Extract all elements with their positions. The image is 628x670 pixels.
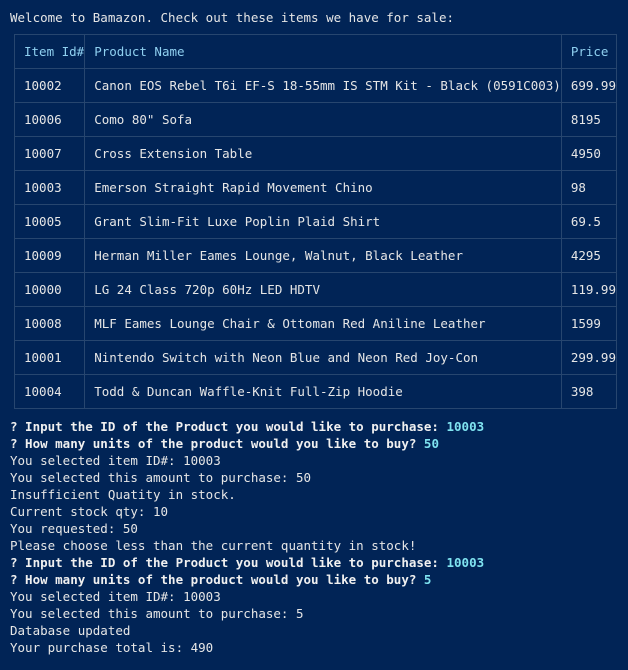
prompt-product-id: ? Input the ID of the Product you would … xyxy=(10,418,484,435)
price-cell: 4950 xyxy=(560,136,617,171)
price-cell: 8195 xyxy=(560,102,617,137)
output-line: Insufficient Quatity in stock. xyxy=(10,487,236,502)
item-id-cell: 10004 xyxy=(13,374,86,409)
prompt-product-id: ? Input the ID of the Product you would … xyxy=(10,554,484,571)
price-cell: 299.99 xyxy=(560,340,617,375)
item-id-cell: 10002 xyxy=(13,68,86,103)
table-row: 10008 MLF Eames Lounge Chair & Ottoman R… xyxy=(13,306,617,341)
table-row: 10007 Cross Extension Table 4950 xyxy=(13,136,617,171)
terminal-window: Welcome to Bamazon. Check out these item… xyxy=(0,0,628,670)
table-row: 10006 Como 80" Sofa 8195 xyxy=(13,102,617,137)
item-id-cell: 10000 xyxy=(13,272,86,307)
item-id-cell: 10007 xyxy=(13,136,86,171)
prompt-answer[interactable]: 50 xyxy=(424,436,439,451)
product-name-cell: Herman Miller Eames Lounge, Walnut, Blac… xyxy=(84,238,562,273)
prompt-answer[interactable]: 5 xyxy=(424,572,432,587)
welcome-message: Welcome to Bamazon. Check out these item… xyxy=(10,10,455,25)
prompt-quantity: ? How many units of the product would yo… xyxy=(10,571,431,588)
table-row: 10005 Grant Slim-Fit Luxe Poplin Plaid S… xyxy=(13,204,617,239)
price-cell: 69.5 xyxy=(560,204,617,239)
prompt-quantity: ? How many units of the product would yo… xyxy=(10,435,439,452)
item-id-cell: 10008 xyxy=(13,306,86,341)
output-line: Current stock qty: 10 xyxy=(10,504,169,519)
product-name-cell: Emerson Straight Rapid Movement Chino xyxy=(84,170,562,205)
table-header-row: Item Id# Product Name Price xyxy=(13,34,617,69)
prompt-text: ? Input the ID of the Product you would … xyxy=(10,419,447,434)
column-header-price: Price xyxy=(560,34,617,69)
table-row: 10000 LG 24 Class 720p 60Hz LED HDTV 119… xyxy=(13,272,617,307)
product-name-cell: Cross Extension Table xyxy=(84,136,562,171)
output-line: You selected item ID#: 10003 xyxy=(10,453,221,468)
table-row: 10001 Nintendo Switch with Neon Blue and… xyxy=(13,340,617,375)
output-line: You selected this amount to purchase: 5 xyxy=(10,606,304,621)
product-name-cell: Grant Slim-Fit Luxe Poplin Plaid Shirt xyxy=(84,204,562,239)
output-line: You requested: 50 xyxy=(10,521,138,536)
table-row: 10004 Todd & Duncan Waffle-Knit Full-Zip… xyxy=(13,374,617,409)
price-cell: 119.99 xyxy=(560,272,617,307)
products-table: Item Id# Product Name Price 10002 Canon … xyxy=(13,34,617,409)
item-id-cell: 10001 xyxy=(13,340,86,375)
price-cell: 699.99 xyxy=(560,68,617,103)
item-id-cell: 10003 xyxy=(13,170,86,205)
product-name-cell: LG 24 Class 720p 60Hz LED HDTV xyxy=(84,272,562,307)
product-name-cell: Como 80" Sofa xyxy=(84,102,562,137)
price-cell: 1599 xyxy=(560,306,617,341)
output-line: You selected this amount to purchase: 50 xyxy=(10,470,312,485)
prompt-text: ? Input the ID of the Product you would … xyxy=(10,555,447,570)
prompt-answer[interactable]: 10003 xyxy=(447,419,485,434)
column-header-item-id: Item Id# xyxy=(13,34,86,69)
table-row: 10003 Emerson Straight Rapid Movement Ch… xyxy=(13,170,617,205)
output-line: Database updated xyxy=(10,623,131,638)
item-id-cell: 10009 xyxy=(13,238,86,273)
item-id-cell: 10005 xyxy=(13,204,86,239)
output-line: Please choose less than the current quan… xyxy=(10,538,417,553)
product-name-cell: Canon EOS Rebel T6i EF-S 18-55mm IS STM … xyxy=(84,68,562,103)
price-cell: 398 xyxy=(560,374,617,409)
product-name-cell: MLF Eames Lounge Chair & Ottoman Red Ani… xyxy=(84,306,562,341)
column-header-product-name: Product Name xyxy=(84,34,562,69)
product-name-cell: Nintendo Switch with Neon Blue and Neon … xyxy=(84,340,562,375)
table-row: 10002 Canon EOS Rebel T6i EF-S 18-55mm I… xyxy=(13,68,617,103)
prompt-text: ? How many units of the product would yo… xyxy=(10,572,424,587)
price-cell: 4295 xyxy=(560,238,617,273)
price-cell: 98 xyxy=(560,170,617,205)
item-id-cell: 10006 xyxy=(13,102,86,137)
table-row: 10009 Herman Miller Eames Lounge, Walnut… xyxy=(13,238,617,273)
output-line: You selected item ID#: 10003 xyxy=(10,589,221,604)
prompt-answer[interactable]: 10003 xyxy=(447,555,485,570)
prompt-text: ? How many units of the product would yo… xyxy=(10,436,424,451)
output-line: Your purchase total is: 490 xyxy=(10,640,214,655)
product-name-cell: Todd & Duncan Waffle-Knit Full-Zip Hoodi… xyxy=(84,374,562,409)
